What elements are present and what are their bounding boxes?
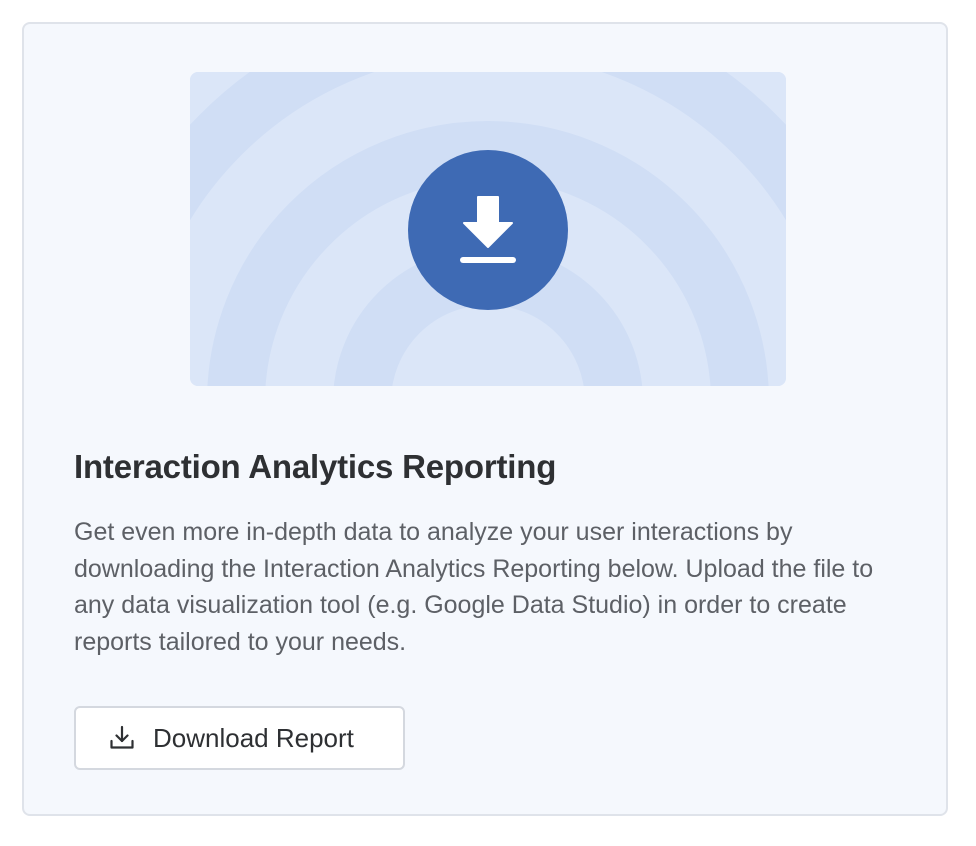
download-icon — [109, 725, 135, 751]
download-badge — [408, 150, 568, 310]
download-report-label: Download Report — [153, 722, 354, 753]
card-description: Get even more in-depth data to analyze y… — [74, 518, 874, 656]
download-report-button[interactable]: Download Report — [74, 706, 405, 770]
card-title: Interaction Analytics Reporting — [74, 448, 557, 485]
report-card: Interaction Analytics Reporting Get even… — [22, 22, 948, 816]
download-icon — [460, 196, 516, 263]
hero-illustration — [190, 72, 786, 386]
